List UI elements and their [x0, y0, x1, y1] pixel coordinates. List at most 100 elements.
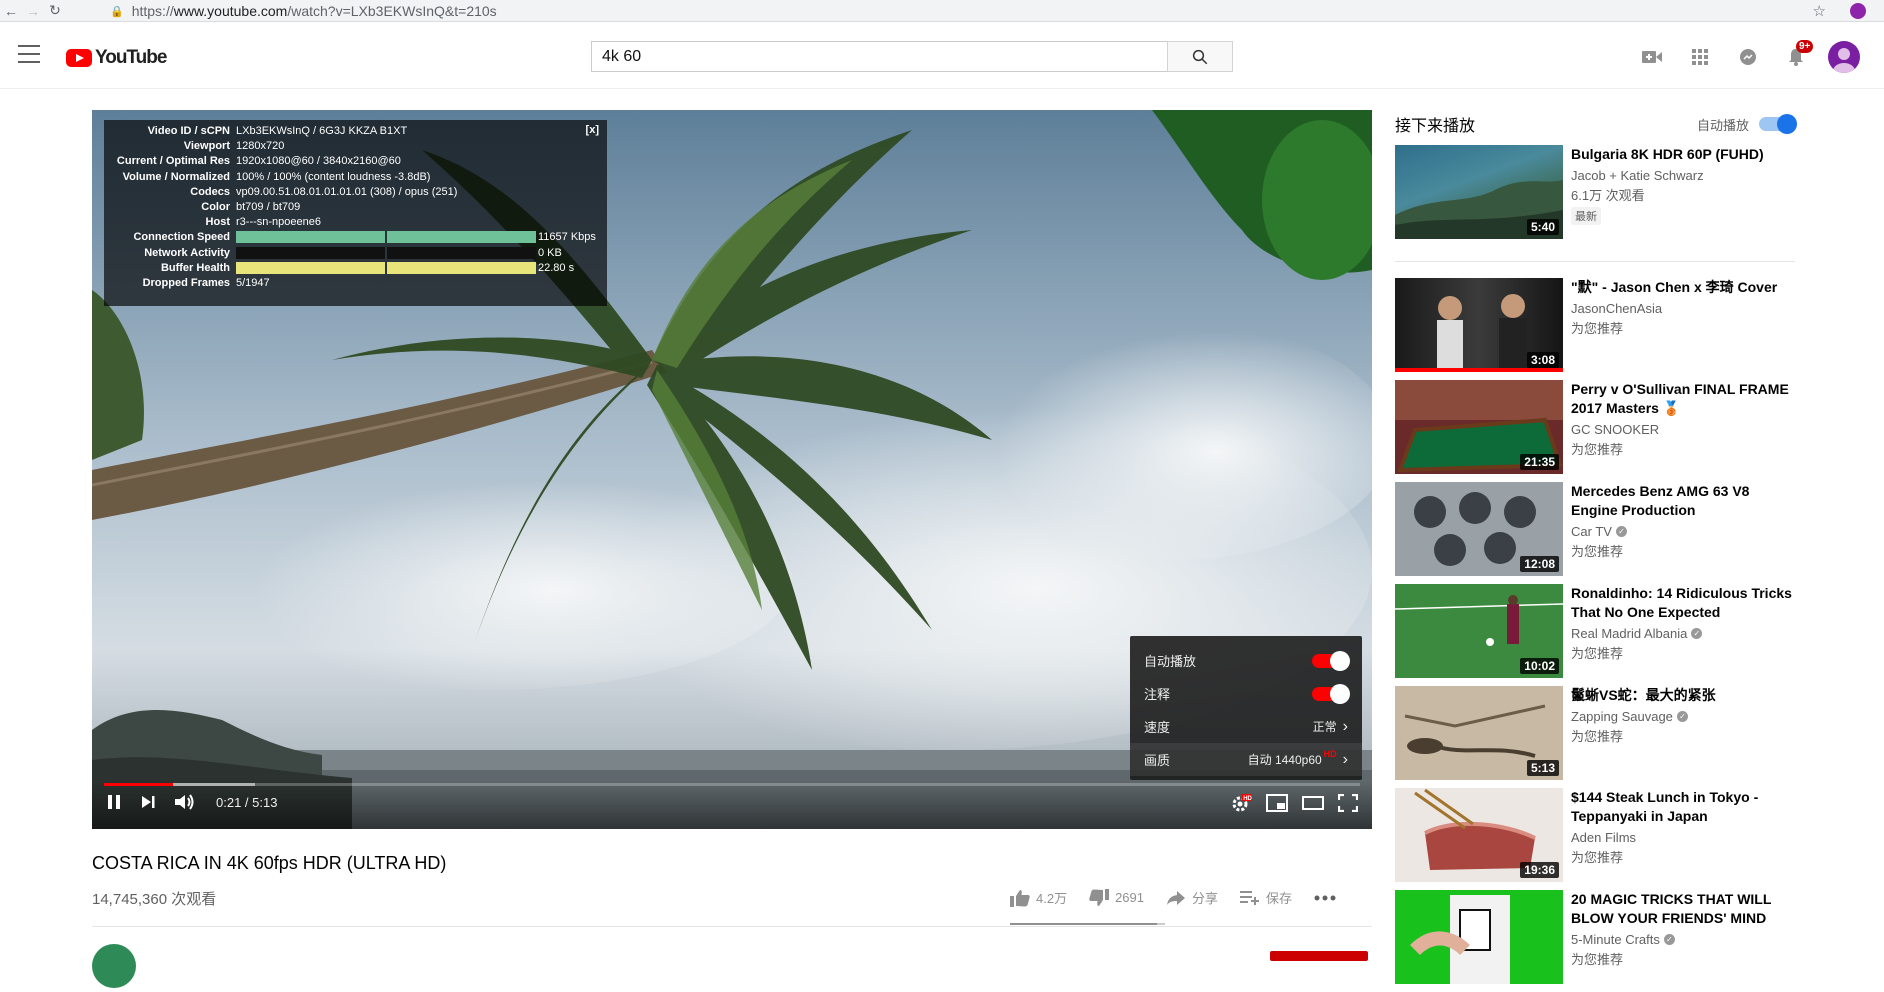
settings-autoplay-row[interactable]: 自动播放	[1130, 644, 1362, 677]
settings-speed-label: 速度	[1144, 720, 1171, 735]
recommended-title[interactable]: Mercedes Benz AMG 63 V8 Engine Productio…	[1571, 482, 1797, 520]
settings-gear-icon[interactable]: HD	[1230, 793, 1252, 813]
stats-key: Network Activity	[144, 246, 230, 259]
video-thumbnail[interactable]: 5:40	[1395, 145, 1563, 239]
apps-grid-icon[interactable]	[1676, 37, 1724, 77]
recommended-channel[interactable]: Aden Films	[1571, 830, 1636, 845]
video-player[interactable]: [x] Video ID / sCPN LXb3EKWsInQ / 6G3J KK…	[92, 110, 1372, 829]
autoplay-switch[interactable]	[1759, 114, 1797, 134]
save-button[interactable]: 保存	[1240, 888, 1292, 907]
youtube-logo[interactable]: YouTube	[66, 47, 167, 69]
reload-icon[interactable]: ↻	[44, 0, 66, 22]
recommended-title[interactable]: Bulgaria 8K HDR 60P (FUHD)	[1571, 145, 1797, 164]
recommended-video[interactable]: 20 MAGIC TRICKS THAT WILL BLOW YOUR FRIE…	[1395, 890, 1800, 992]
messages-icon[interactable]	[1724, 37, 1772, 77]
settings-quality-row[interactable]: 画质 自动 1440p60 HD ›	[1130, 743, 1362, 776]
search-input[interactable]: 4k 60	[591, 41, 1167, 72]
stats-row: Buffer Health 22.80 s	[104, 261, 607, 276]
stats-key: Color	[201, 200, 230, 213]
search-button[interactable]	[1167, 41, 1233, 72]
account-avatar[interactable]	[1828, 41, 1860, 73]
progress-played	[104, 783, 174, 786]
recommended-views: 6.1万 次观看	[1571, 188, 1645, 203]
stats-value: 100% / 100% (content loudness -3.8dB)	[236, 170, 431, 183]
menu-icon[interactable]	[18, 45, 40, 63]
network-activity-graph	[236, 246, 536, 259]
recommended-title[interactable]: 鬣蜥VS蛇：最大的紧张	[1571, 686, 1797, 705]
more-actions-button[interactable]	[1314, 895, 1336, 901]
recommended-video[interactable]: 19:36 $144 Steak Lunch in Tokyo - Teppan…	[1395, 788, 1800, 890]
theater-mode-icon[interactable]	[1302, 794, 1324, 812]
recommended-video[interactable]: 3:08 "默" - Jason Chen x 李琦 Cover JasonCh…	[1395, 278, 1800, 380]
subscribe-button[interactable]	[1270, 951, 1368, 961]
dislike-button[interactable]: 2691	[1089, 888, 1144, 907]
stats-key: Volume / Normalized	[122, 170, 230, 183]
recommended-channel[interactable]: Car TV	[1571, 524, 1612, 539]
recommended-title[interactable]: Perry v O'Sullivan FINAL FRAME 2017 Mast…	[1571, 380, 1797, 418]
video-title: COSTA RICA IN 4K 60fps HDR (ULTRA HD)	[92, 853, 447, 873]
settings-quality-value: 自动 1440p60	[1247, 753, 1322, 767]
recommended-video[interactable]: 21:35 Perry v O'Sullivan FINAL FRAME 201…	[1395, 380, 1800, 482]
recommended-title[interactable]: Ronaldinho: 14 Ridiculous Tricks That No…	[1571, 584, 1797, 622]
masthead-actions: 9+	[1628, 37, 1884, 77]
recommended-reason: 为您推荐	[1571, 442, 1624, 457]
video-thumbnail[interactable]: 3:08	[1395, 278, 1563, 372]
video-duration: 5:13	[1526, 760, 1559, 776]
divider	[92, 926, 1372, 927]
forward-icon[interactable]: →	[22, 0, 44, 22]
like-button[interactable]: 4.2万	[1010, 888, 1067, 907]
video-thumbnail[interactable]: 5:13	[1395, 686, 1563, 780]
recommended-channel[interactable]: Zapping Sauvage	[1571, 709, 1673, 724]
annotations-toggle[interactable]	[1312, 683, 1350, 704]
recommended-channel[interactable]: JasonChenAsia	[1571, 301, 1662, 316]
miniplayer-icon[interactable]	[1266, 794, 1288, 812]
settings-menu: 自动播放 注释 速度 正常 › 画质 自动 1440p60 HD ›	[1130, 636, 1362, 780]
recommended-title[interactable]: "默" - Jason Chen x 李琦 Cover	[1571, 278, 1797, 297]
notifications-bell-icon[interactable]: 9+	[1772, 37, 1820, 77]
url-host: www.youtube.com	[173, 3, 288, 19]
back-icon[interactable]: ←	[0, 0, 22, 22]
video-thumbnail[interactable]: 12:08	[1395, 482, 1563, 576]
recommended-reason: 为您推荐	[1571, 952, 1624, 967]
recommended-video[interactable]: 5:13 鬣蜥VS蛇：最大的紧张 Zapping Sauvage ✓ 为您推荐	[1395, 686, 1800, 788]
video-thumbnail[interactable]: 10:02	[1395, 584, 1563, 678]
connection-speed-graph	[236, 231, 536, 244]
recommended-title[interactable]: $144 Steak Lunch in Tokyo - Teppanyaki i…	[1571, 788, 1797, 826]
settings-speed-row[interactable]: 速度 正常 ›	[1130, 710, 1362, 743]
browser-profile-avatar[interactable]	[1850, 3, 1866, 19]
recommended-video[interactable]: 5:40 Bulgaria 8K HDR 60P (FUHD) Jacob + …	[1395, 145, 1800, 247]
video-thumbnail[interactable]	[1395, 890, 1563, 984]
stats-key: Host	[205, 216, 230, 229]
pause-icon[interactable]	[106, 793, 122, 811]
video-thumbnail[interactable]: 19:36	[1395, 788, 1563, 882]
share-button[interactable]: 分享	[1166, 888, 1218, 907]
progress-bar[interactable]	[104, 783, 1360, 786]
settings-annotations-row[interactable]: 注释	[1130, 677, 1362, 710]
address-bar[interactable]: 🔒 https://www.youtube.com/watch?v=LXb3EK…	[96, 1, 1836, 21]
video-thumbnail[interactable]: 21:35	[1395, 380, 1563, 474]
stats-key: Connection Speed	[133, 231, 230, 244]
svg-text:HD: HD	[1243, 796, 1252, 802]
autoplay-toggle[interactable]	[1312, 650, 1350, 671]
next-video-icon[interactable]	[140, 793, 156, 811]
stats-key: Dropped Frames	[142, 276, 230, 289]
recommended-channel[interactable]: GC SNOOKER	[1571, 422, 1659, 437]
recommended-channel[interactable]: Jacob + Katie Schwarz	[1571, 168, 1704, 183]
like-dislike-bar	[1010, 923, 1165, 925]
recommended-channel[interactable]: Real Madrid Albania	[1571, 626, 1687, 641]
channel-avatar[interactable]	[92, 944, 136, 988]
recommended-video[interactable]: 10:02 Ronaldinho: 14 Ridiculous Tricks T…	[1395, 584, 1800, 686]
stats-value: 22.80 s	[538, 261, 575, 274]
recommended-title[interactable]: 20 MAGIC TRICKS THAT WILL BLOW YOUR FRIE…	[1571, 890, 1797, 928]
fullscreen-icon[interactable]	[1338, 794, 1358, 812]
create-video-icon[interactable]	[1628, 37, 1676, 77]
volume-icon[interactable]	[174, 793, 196, 811]
bookmark-star-icon[interactable]: ☆	[1813, 2, 1826, 20]
stats-close-button[interactable]: [x]	[586, 124, 599, 136]
stats-key: Viewport	[183, 140, 230, 153]
recommended-channel[interactable]: 5-Minute Crafts	[1571, 932, 1660, 947]
recommended-video[interactable]: 12:08 Mercedes Benz AMG 63 V8 Engine Pro…	[1395, 482, 1800, 584]
view-count: 14,745,360 次观看	[92, 891, 217, 908]
url-scheme: https://	[131, 3, 174, 19]
video-duration: 5:40	[1526, 219, 1559, 235]
